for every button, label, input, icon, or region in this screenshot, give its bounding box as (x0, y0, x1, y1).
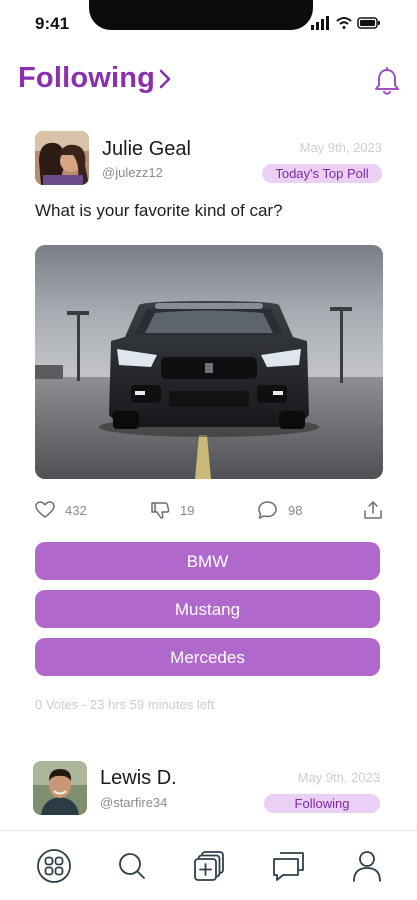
status-time: 9:41 (35, 14, 70, 33)
battery-icon (357, 17, 380, 29)
avatar-photo (35, 131, 89, 185)
page-title[interactable]: Following (18, 62, 155, 95)
search-icon[interactable] (114, 848, 150, 884)
status-icons (311, 16, 380, 30)
author-name[interactable]: Julie Geal (102, 138, 191, 161)
add-poll-icon[interactable] (191, 848, 227, 884)
dislike-action[interactable]: 19 (150, 500, 194, 520)
author-name[interactable]: Lewis D. (100, 767, 177, 790)
signal-icon (311, 16, 329, 30)
status-bar: 9:41 (0, 0, 417, 46)
poll-option-mercedes[interactable]: Mercedes (35, 638, 380, 676)
comment-icon (258, 501, 277, 519)
device-notch (89, 0, 313, 30)
thumbs-down-icon (151, 502, 170, 519)
nav-divider (0, 830, 417, 831)
author-handle[interactable]: @julezz12 (102, 165, 163, 180)
avatar[interactable] (35, 131, 89, 185)
comment-action[interactable]: 98 (257, 500, 302, 520)
share-icon[interactable] (362, 499, 384, 521)
poll-meta: 0 Votes - 23 hrs 59 minutes left (35, 697, 215, 712)
heart-icon (35, 501, 55, 518)
chevron-right-icon[interactable] (158, 68, 172, 90)
poll-option-mustang[interactable]: Mustang (35, 590, 380, 628)
car-photo (35, 245, 383, 479)
messages-icon[interactable] (271, 848, 307, 884)
like-action[interactable]: 432 (35, 500, 87, 520)
post-image[interactable] (35, 245, 383, 479)
bell-icon[interactable] (374, 67, 400, 97)
like-count: 432 (65, 502, 87, 518)
poll-question: What is your favorite kind of car? (35, 201, 283, 220)
poll-option-bmw[interactable]: BMW (35, 542, 380, 580)
comment-count: 98 (288, 502, 303, 518)
post-date: May 9th, 2023 (299, 140, 382, 155)
wifi-icon (336, 17, 352, 29)
author-handle[interactable]: @starfire34 (100, 795, 167, 810)
avatar[interactable] (33, 761, 87, 815)
post-date: May 9th, 2023 (297, 770, 380, 785)
dislike-count: 19 (180, 502, 195, 518)
home-grid-icon[interactable] (36, 848, 72, 884)
profile-icon[interactable] (349, 848, 385, 884)
avatar-photo (33, 761, 87, 815)
following-badge[interactable]: Following (264, 794, 380, 813)
top-poll-badge: Today's Top Poll (262, 164, 382, 183)
